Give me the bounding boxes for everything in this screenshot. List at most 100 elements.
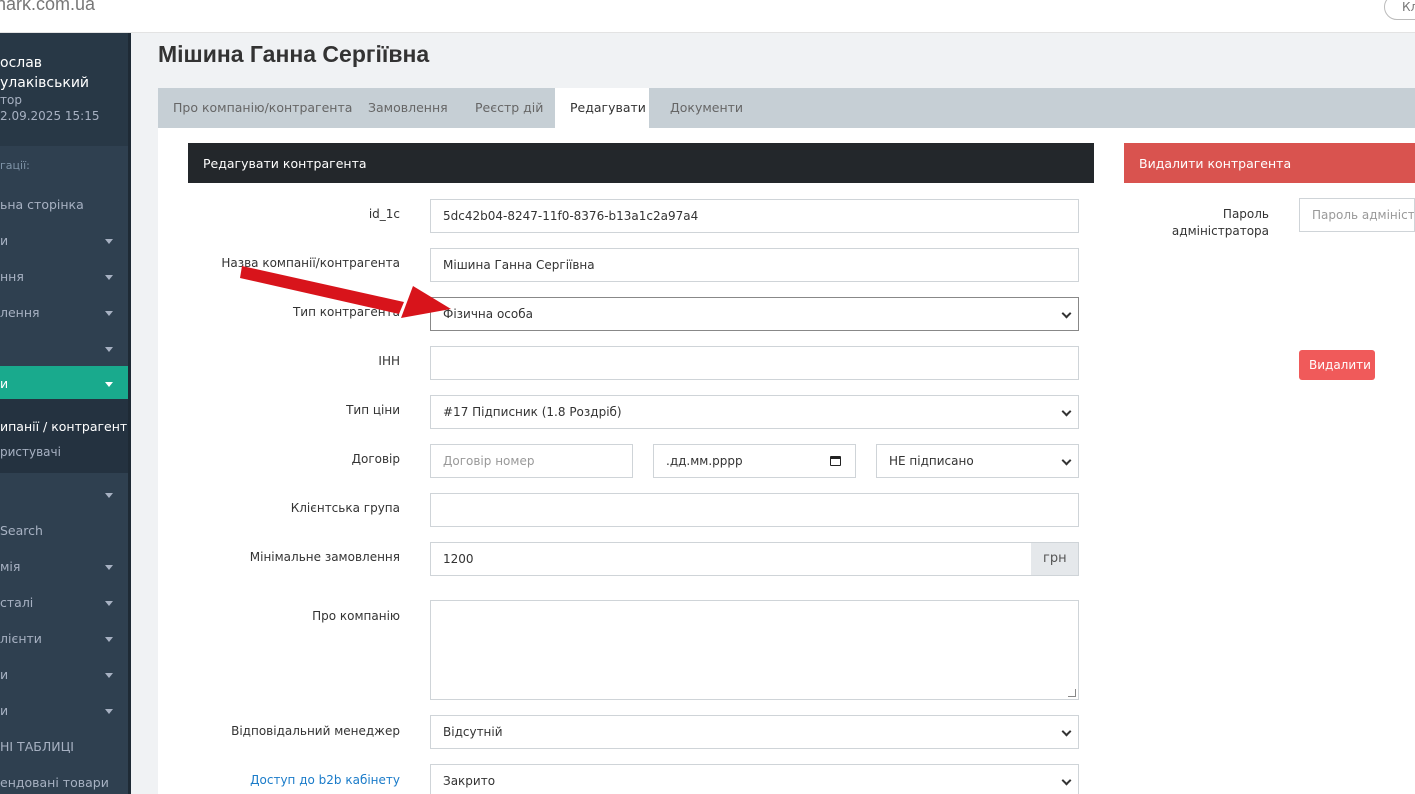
sidebar-item-recommended[interactable]: ендовані товари — [0, 765, 128, 794]
site-url[interactable]: nark.com.ua — [0, 0, 95, 15]
b2b-access-link[interactable]: Доступ до b2b кабінету — [250, 773, 400, 787]
sidebar-item-label: ння — [0, 269, 24, 284]
sidebar-item-label: сталі — [0, 595, 34, 610]
caret-down-icon — [105, 311, 113, 316]
tab-edit[interactable]: Редагувати — [555, 88, 649, 128]
sidebar-item-10[interactable]: сталі — [0, 585, 128, 621]
sidebar-item-9[interactable]: мія — [0, 549, 128, 585]
client-group-label: Клієнтська група — [290, 501, 400, 515]
inn-label: ІНН — [378, 354, 400, 368]
user-last-login: 2.09.2025 15:15 — [0, 109, 100, 123]
sidebar-item-label: Search — [0, 523, 43, 538]
sidebar-item-label: и — [0, 667, 9, 682]
sidebar-item-7[interactable] — [0, 477, 128, 513]
password-label-line1: Пароль — [1222, 207, 1269, 221]
tab-about[interactable]: Про компанію/контрагента — [173, 88, 352, 128]
price-type-select[interactable]: #17 Підписник (1.8 Роздріб) — [430, 395, 1079, 429]
contract-label: Договір — [351, 452, 400, 466]
caret-down-icon — [105, 565, 113, 570]
caret-down-icon — [105, 493, 113, 498]
chevron-down-icon — [1061, 775, 1072, 786]
nav-heading: гації: — [0, 159, 30, 172]
inn-input[interactable] — [430, 346, 1079, 380]
tab-action-log[interactable]: Реєстр дій — [475, 88, 543, 128]
calendar-icon[interactable] — [830, 456, 841, 466]
chevron-down-icon — [1061, 406, 1072, 417]
sidebar-item-11[interactable]: лієнти — [0, 621, 128, 657]
edit-header: Редагувати контрагента — [188, 143, 1094, 183]
sidebar-item-label: и — [0, 376, 9, 391]
tab-panel: Редагувати контрагента Видалити контраге… — [158, 128, 1415, 794]
delete-header: Видалити контрагента — [1124, 143, 1415, 183]
sidebar-item-label: лієнти — [0, 631, 42, 646]
resize-handle-icon[interactable] — [1068, 689, 1076, 697]
contract-date-value: .дд.мм.рррр — [666, 454, 743, 468]
client-group-input[interactable] — [430, 493, 1079, 527]
counterparty-type-select[interactable]: Фізична особа — [430, 297, 1079, 331]
min-order-label: Мінімальне замовлення — [249, 550, 400, 564]
sidebar-item-label: лення — [0, 305, 40, 320]
sidebar-item-3[interactable]: ння — [0, 259, 128, 295]
caret-down-icon — [105, 382, 113, 387]
price-type-label: Тип ціни — [346, 403, 400, 417]
caret-down-icon — [105, 637, 113, 642]
currency-addon: грн — [1031, 542, 1079, 576]
page-title: Мішина Ганна Сергіївна — [158, 41, 430, 67]
sidebar: ослав улаківський тор 2.09.2025 15:15 га… — [0, 33, 131, 794]
tab-orders[interactable]: Замовлення — [368, 88, 448, 128]
sidebar-item-12[interactable]: и — [0, 657, 128, 693]
sidebar-item-search[interactable]: Search — [0, 513, 128, 549]
manager-select[interactable]: Відсутній — [430, 715, 1079, 749]
company-name-input[interactable]: Мішина Ганна Сергіївна — [430, 248, 1079, 282]
subnav-item-users[interactable]: ристувачі — [0, 445, 61, 459]
name-label: Назва компанії/контрагента — [221, 256, 400, 270]
browser-top-bar: nark.com.ua Кл — [0, 0, 1415, 33]
user-role: тор — [0, 93, 22, 107]
user-name-line2: улаківський — [0, 75, 90, 91]
contract-date-input[interactable]: .дд.мм.рррр — [653, 444, 856, 478]
sidebar-item-4[interactable]: лення — [0, 295, 128, 331]
id-label: id_1c — [368, 207, 400, 221]
contract-status-select[interactable]: НЕ підписано — [876, 444, 1079, 478]
sidebar-item-active[interactable]: и — [0, 366, 128, 402]
contract-number-input[interactable]: Договір номер — [430, 444, 633, 478]
sidebar-item-home[interactable]: ьна сторінка — [0, 187, 128, 223]
caret-down-icon — [105, 673, 113, 678]
contract-status-value: НЕ підписано — [889, 454, 974, 468]
b2b-select-value: Закрито — [443, 774, 496, 788]
sidebar-item-label: и — [0, 233, 9, 248]
main-content: Мішина Ганна Сергіївна Про компанію/конт… — [131, 33, 1415, 794]
caret-down-icon — [105, 275, 113, 280]
caret-down-icon — [105, 709, 113, 714]
sidebar-item-2[interactable]: и — [0, 223, 128, 259]
admin-password-input[interactable]: Пароль адміністратора — [1299, 198, 1415, 232]
about-label: Про компанію — [312, 609, 400, 623]
type-select-value: Фізична особа — [443, 307, 533, 321]
top-right-button[interactable]: Кл — [1384, 0, 1415, 20]
min-order-input[interactable]: 1200 — [430, 542, 1032, 576]
admin-password-label: Пароль адміністратора — [1172, 206, 1269, 240]
price-select-value: #17 Підписник (1.8 Роздріб) — [443, 405, 622, 419]
chevron-down-icon — [1061, 726, 1072, 737]
chevron-down-icon — [1061, 308, 1072, 319]
sidebar-item-5[interactable] — [0, 331, 128, 367]
subnav-item-companies[interactable]: ипанії / контрагенти — [0, 419, 131, 434]
user-name[interactable]: ослав улаківський — [0, 53, 89, 93]
chevron-down-icon — [1061, 455, 1072, 466]
id-1c-input[interactable]: 5dc42b04-8247-11f0-8376-b13a1c2a97a4 — [430, 199, 1079, 233]
password-label-line2: адміністратора — [1171, 224, 1269, 238]
tab-documents[interactable]: Документи — [670, 88, 743, 128]
sidebar-subnav: ипанії / контрагенти ристувачі — [0, 399, 131, 473]
delete-button[interactable]: Видалити — [1299, 350, 1375, 380]
sidebar-item-label: и — [0, 703, 9, 718]
sidebar-item-label: мія — [0, 559, 21, 574]
sidebar-item-13[interactable]: и — [0, 693, 128, 729]
b2b-access-select[interactable]: Закрито — [430, 764, 1079, 794]
sidebar-item-tables[interactable]: НІ ТАБЛИЦІ — [0, 729, 128, 765]
caret-down-icon — [105, 239, 113, 244]
user-name-line1: ослав — [0, 55, 43, 71]
manager-select-value: Відсутній — [443, 725, 503, 739]
about-textarea[interactable] — [430, 600, 1079, 700]
user-profile: ослав улаківський тор 2.09.2025 15:15 — [0, 33, 131, 146]
sidebar-item-label: ьна сторінка — [0, 197, 84, 212]
